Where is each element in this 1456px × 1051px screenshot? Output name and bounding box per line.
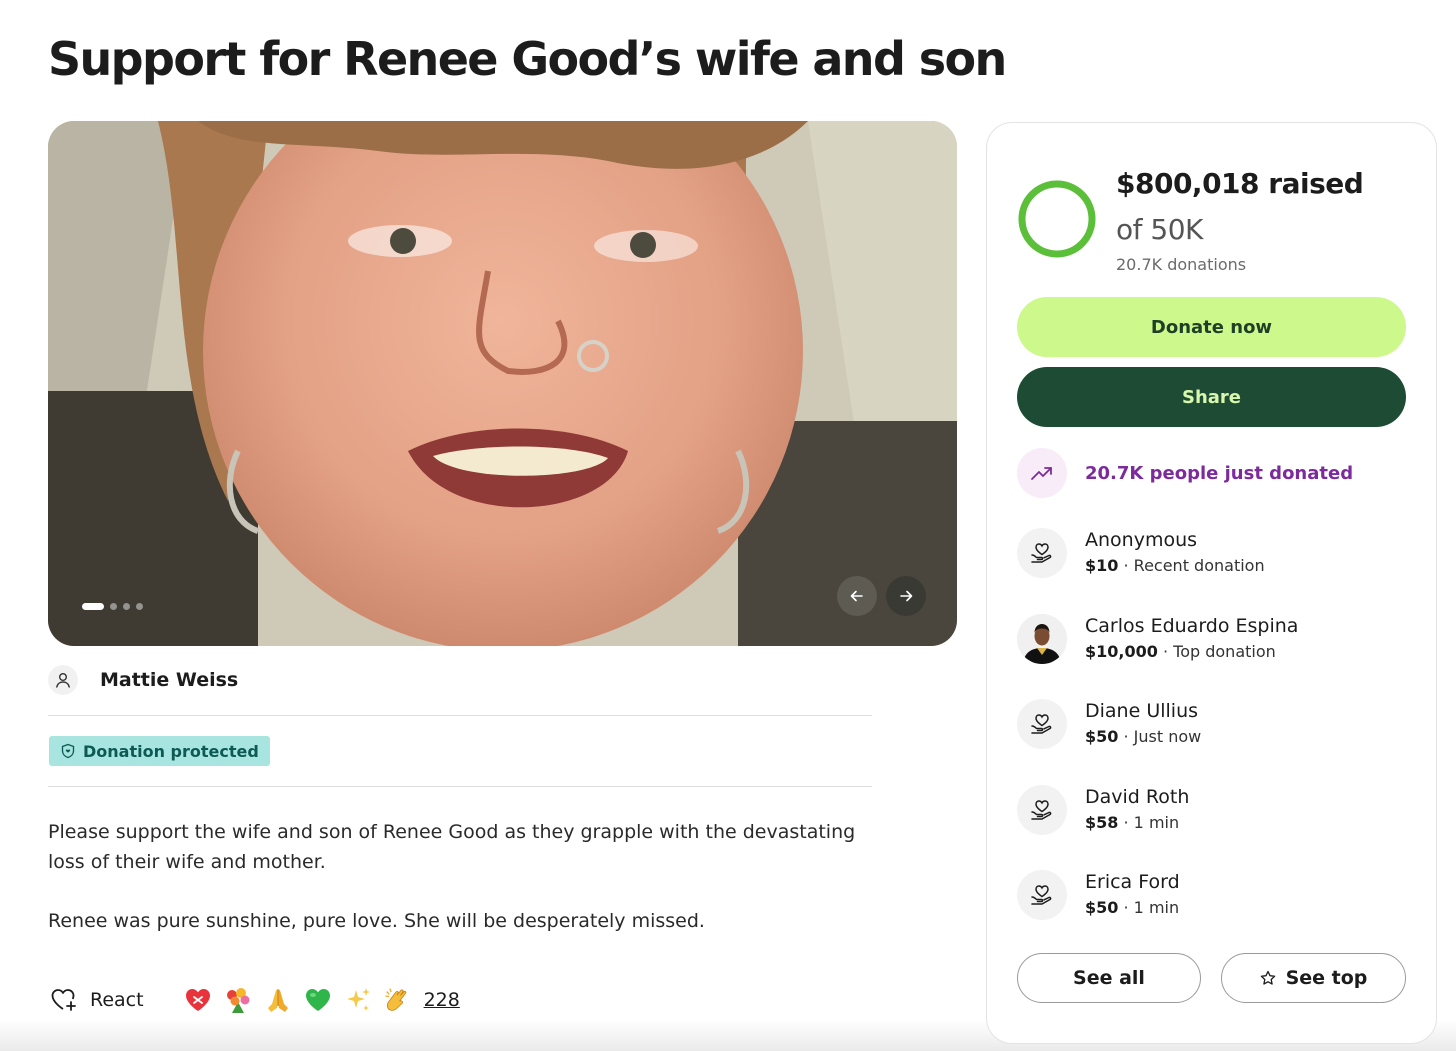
organizer-name: Mattie Weiss xyxy=(100,669,239,691)
carousel-next-button[interactable] xyxy=(886,576,926,616)
see-top-label: See top xyxy=(1285,967,1368,989)
see-all-label: See all xyxy=(1073,967,1145,989)
heart-mend-emoji[interactable] xyxy=(184,986,212,1014)
sparkles-emoji[interactable] xyxy=(344,986,372,1014)
react-button[interactable]: React xyxy=(50,987,144,1013)
shield-icon xyxy=(61,743,75,759)
donor-item: Diane Ullius $50 · Just now xyxy=(1017,697,1417,783)
bouquet-emoji[interactable] xyxy=(224,986,252,1014)
donor-item: Erica Ford $50 · 1 min xyxy=(1017,868,1417,954)
donor-list: Anonymous $10 · Recent donation Carlos E… xyxy=(1017,526,1417,954)
donation-heart-icon xyxy=(1017,528,1067,578)
arrow-left-icon xyxy=(850,590,863,602)
campaign-photo[interactable] xyxy=(48,121,957,646)
share-button[interactable]: Share xyxy=(1017,367,1406,427)
donor-note: · Top donation xyxy=(1162,641,1276,661)
donate-now-button[interactable]: Donate now xyxy=(1017,297,1406,357)
carousel-dot[interactable] xyxy=(123,603,130,610)
trending-up-icon xyxy=(1017,448,1067,498)
divider xyxy=(48,715,872,716)
page-title: Support for Renee Good’s wife and son xyxy=(48,32,1007,86)
donor-note: · 1 min xyxy=(1123,898,1180,917)
donor-item: David Roth $58 · 1 min xyxy=(1017,783,1417,869)
carousel-dot[interactable] xyxy=(136,603,143,610)
portrait-image xyxy=(48,121,957,646)
donor-name: Erica Ford xyxy=(1085,871,1180,893)
see-all-button[interactable]: See all xyxy=(1017,953,1201,1003)
donation-protected-badge[interactable]: Donation protected xyxy=(49,736,270,766)
story-paragraph: Renee was pure sunshine, pure love. She … xyxy=(48,910,705,932)
donation-heart-icon xyxy=(1017,699,1067,749)
donor-amount: $10,000 xyxy=(1085,641,1158,661)
donor-note: · Recent donation xyxy=(1123,556,1265,575)
amount-raised: $800,018 raised xyxy=(1116,167,1364,200)
progress-ring xyxy=(1018,180,1096,258)
green-heart-emoji[interactable] xyxy=(304,986,332,1014)
carousel-dot[interactable] xyxy=(110,603,117,610)
recent-donations-trend: 20.7K people just donated xyxy=(1017,448,1353,498)
carousel-dot-active[interactable] xyxy=(82,603,104,610)
donor-amount: $50 xyxy=(1085,727,1119,746)
reaction-count[interactable]: 228 xyxy=(424,989,460,1011)
donor-name: Carlos Eduardo Espina xyxy=(1085,614,1299,637)
organizer[interactable]: Mattie Weiss xyxy=(48,665,238,695)
arrow-right-icon xyxy=(900,590,913,602)
star-icon xyxy=(1260,970,1275,985)
badge-label: Donation protected xyxy=(83,741,259,761)
donor-item: Anonymous $10 · Recent donation xyxy=(1017,526,1417,612)
donor-name: Anonymous xyxy=(1085,529,1198,551)
donation-card: $800,018 raised of 50K 20.7K donations D… xyxy=(986,122,1437,1044)
goal-amount: of 50K xyxy=(1116,213,1203,246)
clapping-hands-emoji[interactable] xyxy=(384,986,412,1014)
campaign-story: Please support the wife and son of Renee… xyxy=(48,817,878,936)
react-label: React xyxy=(90,989,144,1011)
donor-note: · 1 min xyxy=(1123,812,1180,832)
donation-count: 20.7K donations xyxy=(1116,255,1247,274)
see-top-button[interactable]: See top xyxy=(1221,953,1406,1003)
donor-note: · Just now xyxy=(1123,727,1202,746)
donor-name: Diane Ullius xyxy=(1085,700,1199,722)
carousel-indicators xyxy=(82,603,143,610)
carousel-prev-button[interactable] xyxy=(837,576,877,616)
praying-hands-emoji[interactable] xyxy=(264,986,292,1014)
donor-avatar xyxy=(1017,613,1067,664)
reactions-bar: React 228 xyxy=(50,982,460,1018)
donation-heart-icon xyxy=(1017,870,1067,920)
donor-name: David Roth xyxy=(1085,785,1190,808)
trend-text: 20.7K people just donated xyxy=(1085,462,1354,484)
donor-amount: $58 xyxy=(1085,812,1119,832)
donor-item: Carlos Eduardo Espina $10,000 · Top dona… xyxy=(1017,612,1417,698)
donor-amount: $10 xyxy=(1085,556,1119,575)
reaction-emojis[interactable] xyxy=(184,986,412,1014)
user-icon xyxy=(48,665,78,695)
donor-amount: $50 xyxy=(1085,898,1119,917)
heart-add-icon xyxy=(51,989,76,1011)
story-paragraph: Please support the wife and son of Renee… xyxy=(48,821,856,873)
donation-heart-icon xyxy=(1017,784,1067,835)
divider xyxy=(48,786,872,787)
